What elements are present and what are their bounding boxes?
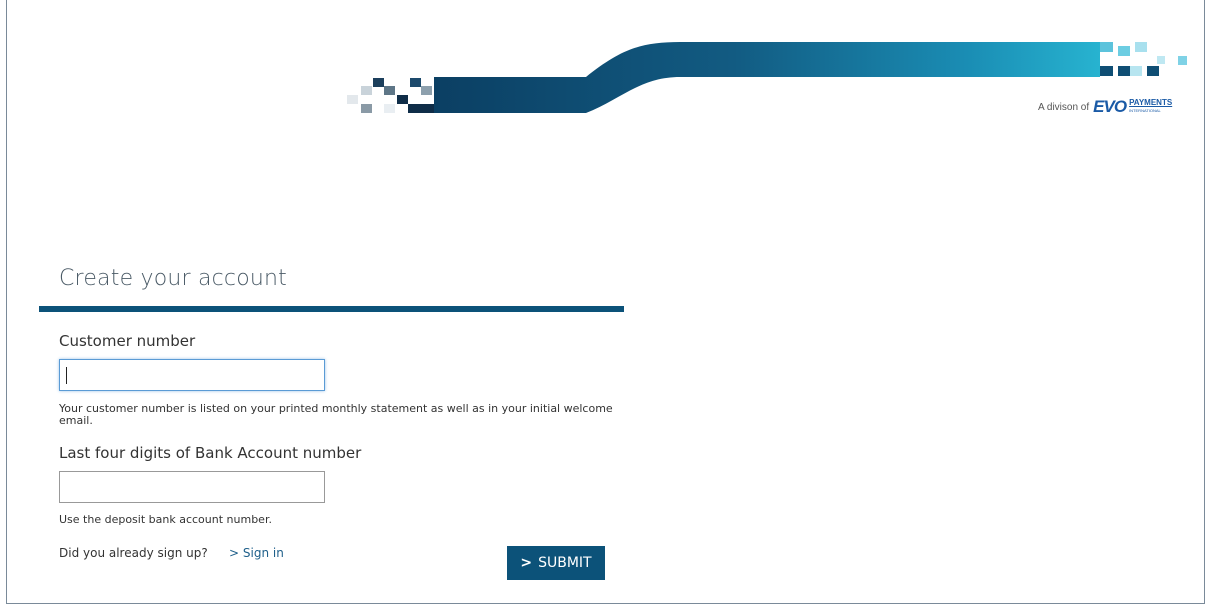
evo-logo: EVO PAYMENTS INTERNATIONAL [1093, 97, 1172, 117]
customer-number-label: Customer number [59, 332, 196, 350]
brand-tagline: A divison of EVO PAYMENTS INTERNATIONAL [1038, 97, 1172, 117]
customer-number-input[interactable] [59, 359, 325, 391]
evo-mark: EVO [1093, 97, 1127, 116]
pixel-block [347, 95, 358, 104]
chevron-right-icon: > [520, 555, 533, 571]
pixel-block [1118, 66, 1130, 76]
bank-account-label: Last four digits of Bank Account number [59, 444, 362, 462]
brand-sub: INTERNATIONAL [1129, 108, 1161, 113]
bank-account-hint: Use the deposit bank account number. [59, 513, 272, 526]
submit-button[interactable]: > SUBMIT [507, 546, 605, 580]
pixel-block [408, 104, 421, 113]
tagline-text: A divison of [1038, 101, 1090, 113]
sign-in-link[interactable]: > Sign in [229, 546, 284, 560]
pixel-block [1100, 42, 1113, 52]
pixel-block [421, 86, 432, 95]
customer-number-hint: Your customer number is listed on your p… [59, 402, 613, 427]
pixel-block [361, 86, 372, 95]
already-signed-up-text: Did you already sign up? [59, 546, 208, 560]
pixel-block [410, 78, 421, 87]
pixel-block [1157, 56, 1165, 64]
evo-wordmark: PAYMENTS INTERNATIONAL [1129, 99, 1172, 115]
banner-swoosh [434, 42, 1100, 113]
pixel-block [1178, 56, 1187, 65]
pixel-block [421, 104, 434, 113]
pixel-block [373, 78, 384, 87]
pixel-block [1100, 66, 1113, 76]
submit-label: SUBMIT [538, 555, 592, 571]
title-divider [39, 306, 624, 312]
pixel-block [1118, 46, 1130, 56]
brand-word: PAYMENTS [1129, 98, 1173, 107]
pixel-block [1130, 66, 1142, 76]
pixel-block [361, 104, 372, 113]
pixel-block [1135, 42, 1147, 52]
bank-account-input[interactable] [59, 471, 325, 503]
pixel-block [397, 95, 408, 104]
pixel-block [1147, 66, 1159, 76]
text-caret [66, 367, 67, 384]
pixel-block [384, 104, 395, 113]
header-banner [347, 42, 1187, 113]
pixel-block [384, 86, 395, 95]
page-title: Create your account [59, 266, 288, 291]
